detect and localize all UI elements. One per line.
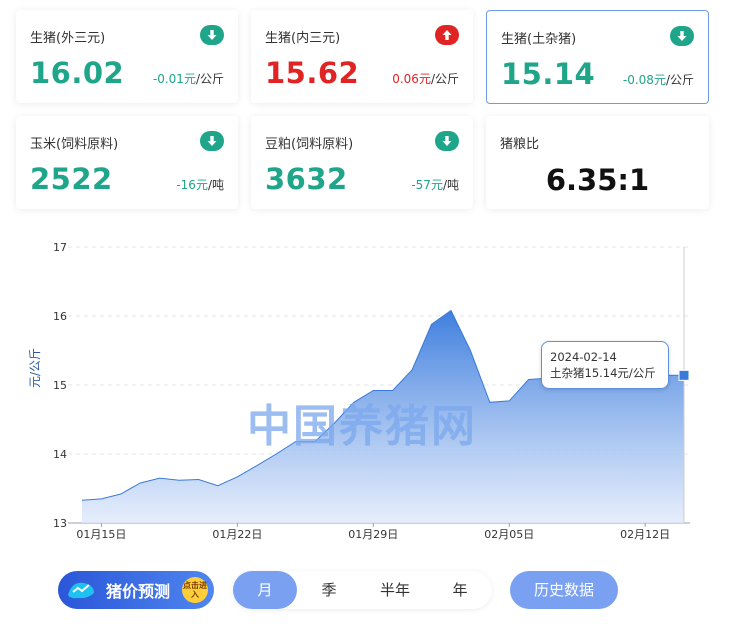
y-tick-label: 13 xyxy=(53,517,67,530)
trend-down-icon xyxy=(200,131,224,151)
pig-grain-ratio-value: 6.35:1 xyxy=(545,163,650,197)
x-tick-label: 01月22日 xyxy=(212,528,262,541)
forecast-logo-icon xyxy=(68,582,94,599)
y-tick-label: 14 xyxy=(53,448,67,461)
x-tick-label: 02月12日 xyxy=(620,528,670,541)
y-axis-ticks: 13 14 15 16 17 xyxy=(53,241,67,530)
card-title: 生猪(土杂猪) xyxy=(501,32,577,47)
card-change: -57元/吨 xyxy=(411,178,459,192)
chart-tooltip: 2024-02-14 土杂猪15.14元/公斤 xyxy=(541,341,669,389)
card-title: 豆粕(饲料原料) xyxy=(265,137,354,152)
period-month-button[interactable]: 月 xyxy=(233,571,297,609)
click-enter-badge: 点击进入 xyxy=(182,577,208,603)
card-title: 猪粮比 xyxy=(500,137,540,152)
forecast-label: 猪价预测 xyxy=(106,582,171,601)
card-change: 0.06元/公斤 xyxy=(392,72,459,86)
card-price: 3632 xyxy=(265,162,348,196)
y-axis-label: 元/公斤 xyxy=(28,347,42,388)
price-card-neisanyuan[interactable]: 生猪(内三元) 15.62 0.06元/公斤 xyxy=(251,10,473,103)
history-data-button[interactable]: 历史数据 xyxy=(510,571,618,609)
period-halfyear-button[interactable]: 半年 xyxy=(363,571,427,609)
price-card-soymeal[interactable]: 豆粕(饲料原料) 3632 -57元/吨 xyxy=(251,116,473,209)
trend-up-icon xyxy=(435,25,459,45)
price-card-waisanyuan[interactable]: 生猪(外三元) 16.02 -0.01元/公斤 xyxy=(16,10,238,103)
card-change: -0.01元/公斤 xyxy=(152,72,224,86)
trend-down-icon xyxy=(435,131,459,151)
tooltip-value: 土杂猪15.14元/公斤 xyxy=(550,366,656,380)
trend-down-icon xyxy=(200,25,224,45)
trend-down-icon xyxy=(670,26,694,46)
price-forecast-button[interactable]: 猪价预测 点击进入 xyxy=(58,571,214,609)
x-axis-ticks: 01月15日 01月22日 01月29日 02月05日 02月12日 xyxy=(76,523,670,541)
card-change: -0.08元/公斤 xyxy=(622,73,694,87)
card-title: 生猪(外三元) xyxy=(30,31,106,46)
watermark: 中国养猪网 xyxy=(247,401,477,452)
x-tick-label: 01月15日 xyxy=(76,528,126,541)
card-title: 玉米(饲料原料) xyxy=(30,137,119,152)
period-quarter-button[interactable]: 季 xyxy=(297,571,361,609)
card-price: 15.62 xyxy=(265,56,360,90)
card-title: 生猪(内三元) xyxy=(265,31,341,46)
y-tick-label: 16 xyxy=(53,310,67,323)
tooltip-point xyxy=(678,369,690,381)
period-selector: 月 季 半年 年 xyxy=(233,571,492,609)
x-tick-label: 02月05日 xyxy=(484,528,534,541)
period-year-button[interactable]: 年 xyxy=(428,571,492,609)
y-tick-label: 17 xyxy=(53,241,67,254)
card-change: -16元/吨 xyxy=(176,178,224,192)
x-tick-label: 01月29日 xyxy=(348,528,398,541)
card-price: 16.02 xyxy=(30,56,125,90)
price-card-corn[interactable]: 玉米(饲料原料) 2522 -16元/吨 xyxy=(16,116,238,209)
card-price: 2522 xyxy=(30,162,113,196)
y-tick-label: 15 xyxy=(53,379,67,392)
card-price: 15.14 xyxy=(501,57,596,91)
price-card-tuzazhu[interactable]: 生猪(土杂猪) 15.14 -0.08元/公斤 xyxy=(486,10,709,104)
pig-grain-ratio-card[interactable]: 猪粮比 6.35:1 xyxy=(486,116,709,209)
tooltip-date: 2024-02-14 xyxy=(550,350,617,364)
